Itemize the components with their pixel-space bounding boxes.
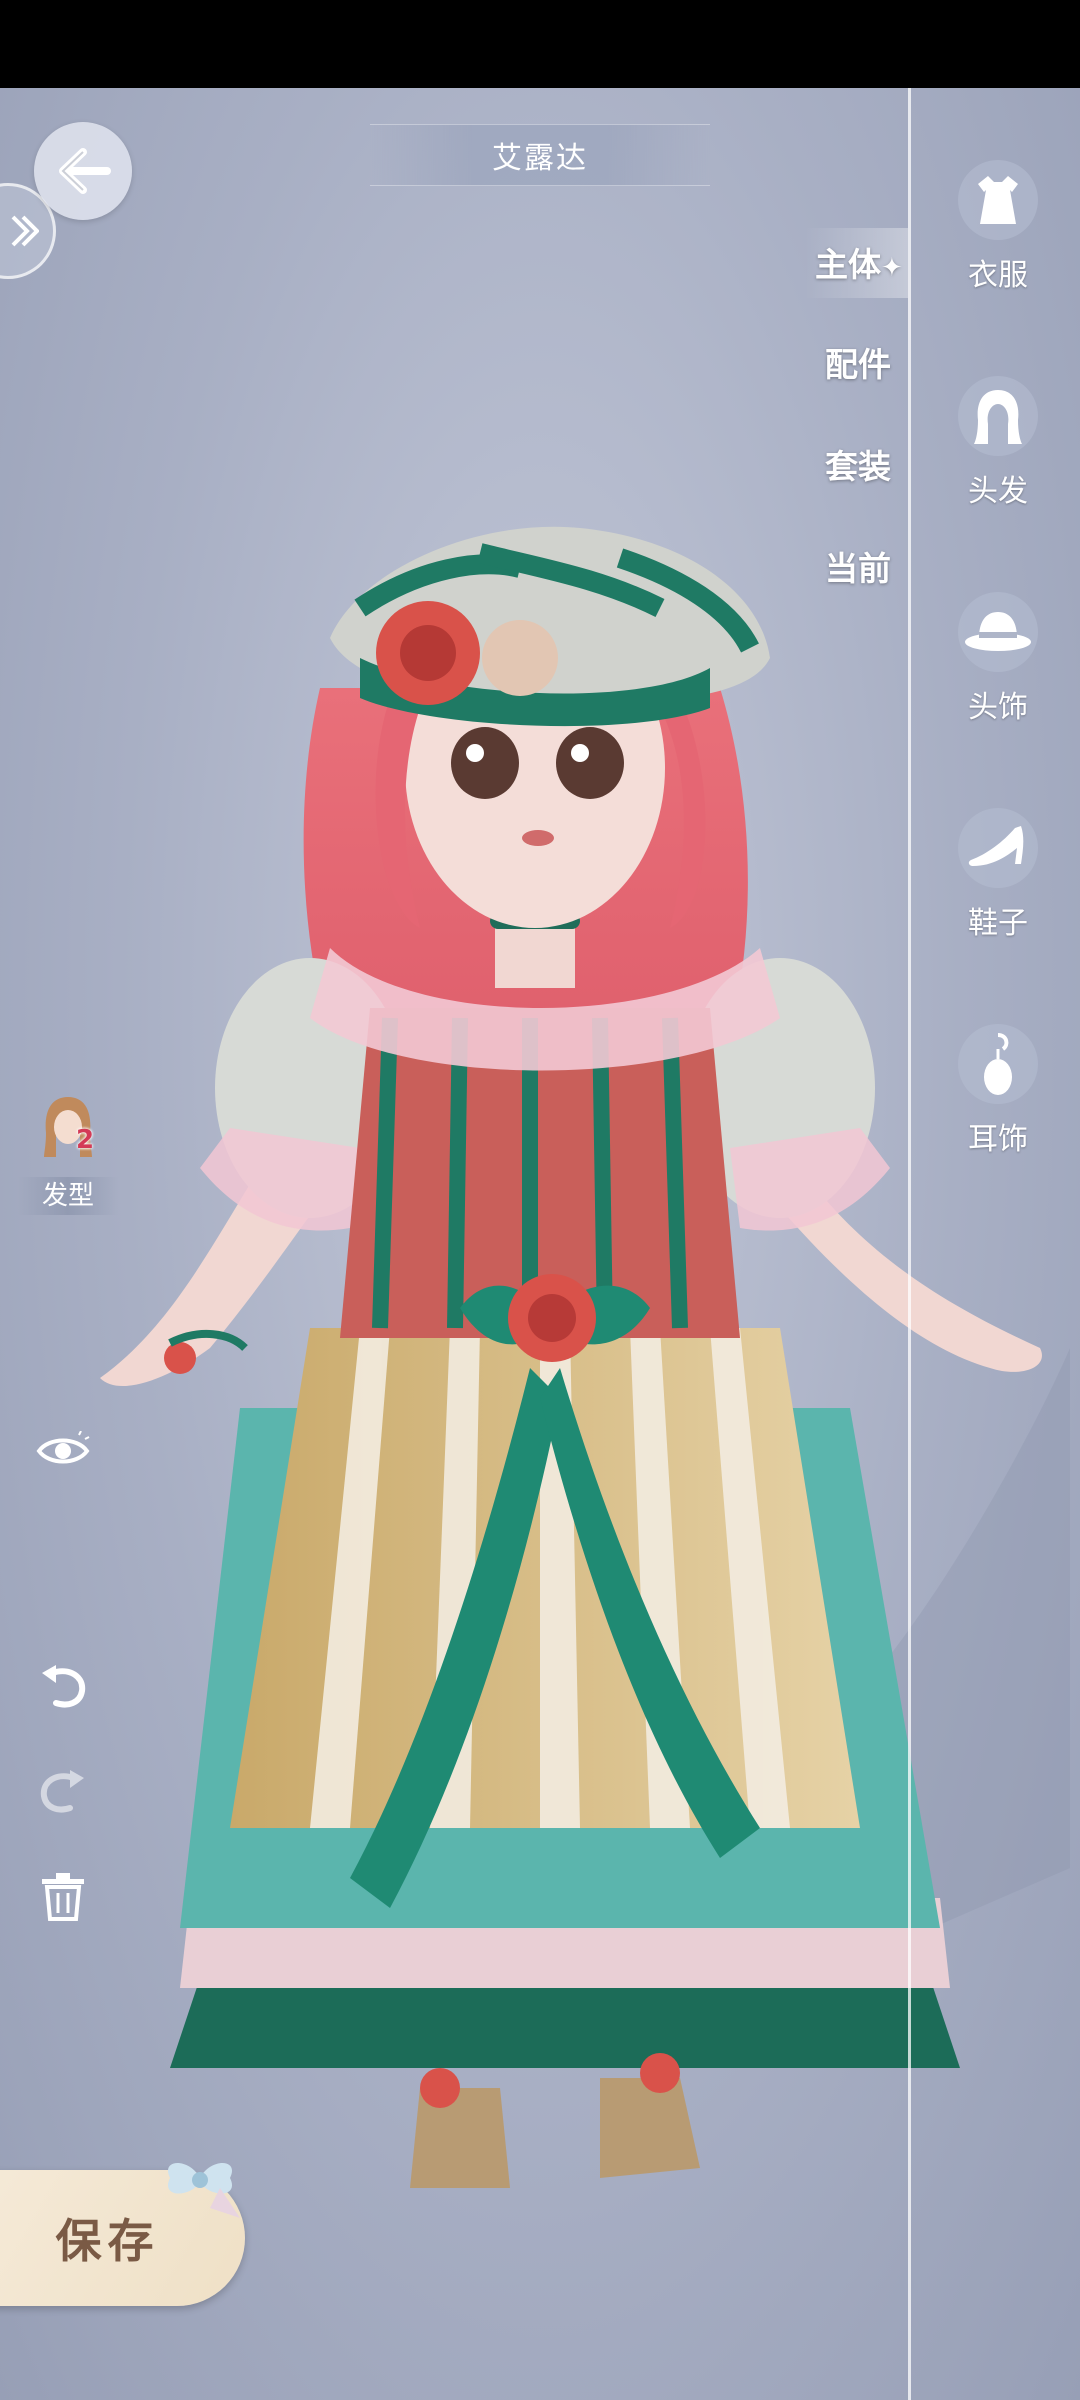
tab-current-label: 当前 — [825, 549, 891, 588]
tab-current[interactable]: 当前 — [825, 542, 945, 590]
high-heel-icon — [958, 808, 1038, 888]
hairstyle-chip[interactable]: 2 发型 — [18, 1093, 118, 1223]
save-button-label: 保存 — [55, 2214, 160, 2268]
undo-button[interactable] — [30, 1653, 96, 1719]
undo-icon — [42, 1665, 86, 1708]
toggle-visibility-button[interactable] — [30, 1418, 96, 1484]
eye-icon — [36, 1431, 90, 1464]
back-button[interactable] — [34, 122, 132, 220]
slot-earrings-label: 耳饰 — [968, 1122, 1028, 1157]
panel-divider — [908, 88, 911, 2400]
slot-headwear[interactable]: 头饰 — [940, 592, 1056, 742]
double-chevron-right-icon — [11, 215, 39, 247]
tab-main[interactable]: 主体✦ — [815, 238, 935, 286]
bow-decoration-icon — [167, 2163, 240, 2218]
slot-hair-label: 头发 — [968, 474, 1028, 509]
slot-headwear-label: 头饰 — [968, 690, 1028, 725]
slot-clothes-label: 衣服 — [968, 258, 1028, 293]
slot-clothes[interactable]: 衣服 — [940, 160, 1056, 310]
redo-button[interactable] — [30, 1758, 96, 1824]
arrow-left-icon — [59, 148, 111, 194]
sparkle-icon: ✦ — [881, 253, 903, 283]
tab-main-label: 主体 — [815, 245, 881, 284]
character-name-title: 艾露达 — [370, 124, 710, 186]
hat-icon — [958, 592, 1038, 672]
delete-button[interactable] — [30, 1863, 96, 1929]
tab-outfits-label: 套装 — [825, 447, 891, 486]
character-model — [100, 526, 1070, 2188]
slot-shoes-label: 鞋子 — [968, 906, 1028, 941]
slot-shoes[interactable]: 鞋子 — [940, 808, 1056, 958]
tab-accessories-label: 配件 — [825, 345, 891, 384]
redo-icon — [40, 1770, 84, 1813]
dress-icon — [958, 160, 1038, 240]
hairstyle-count-badge: 2 — [76, 1125, 95, 1155]
earring-icon — [958, 1024, 1038, 1104]
wardrobe-stage: 艾露达 主体✦ 配件 套装 当前 衣服 头发 头饰 鞋子 耳饰 2 发型 保存 — [0, 88, 1080, 2400]
trash-icon — [42, 1873, 84, 1921]
hairstyle-label: 发型 — [18, 1177, 118, 1215]
character-name-text: 艾露达 — [492, 141, 588, 176]
hair-icon — [958, 376, 1038, 456]
slot-hair[interactable]: 头发 — [940, 376, 1056, 526]
slot-earrings[interactable]: 耳饰 — [940, 1024, 1056, 1174]
tab-accessories[interactable]: 配件 — [825, 338, 945, 386]
tab-outfits[interactable]: 套装 — [825, 440, 945, 488]
